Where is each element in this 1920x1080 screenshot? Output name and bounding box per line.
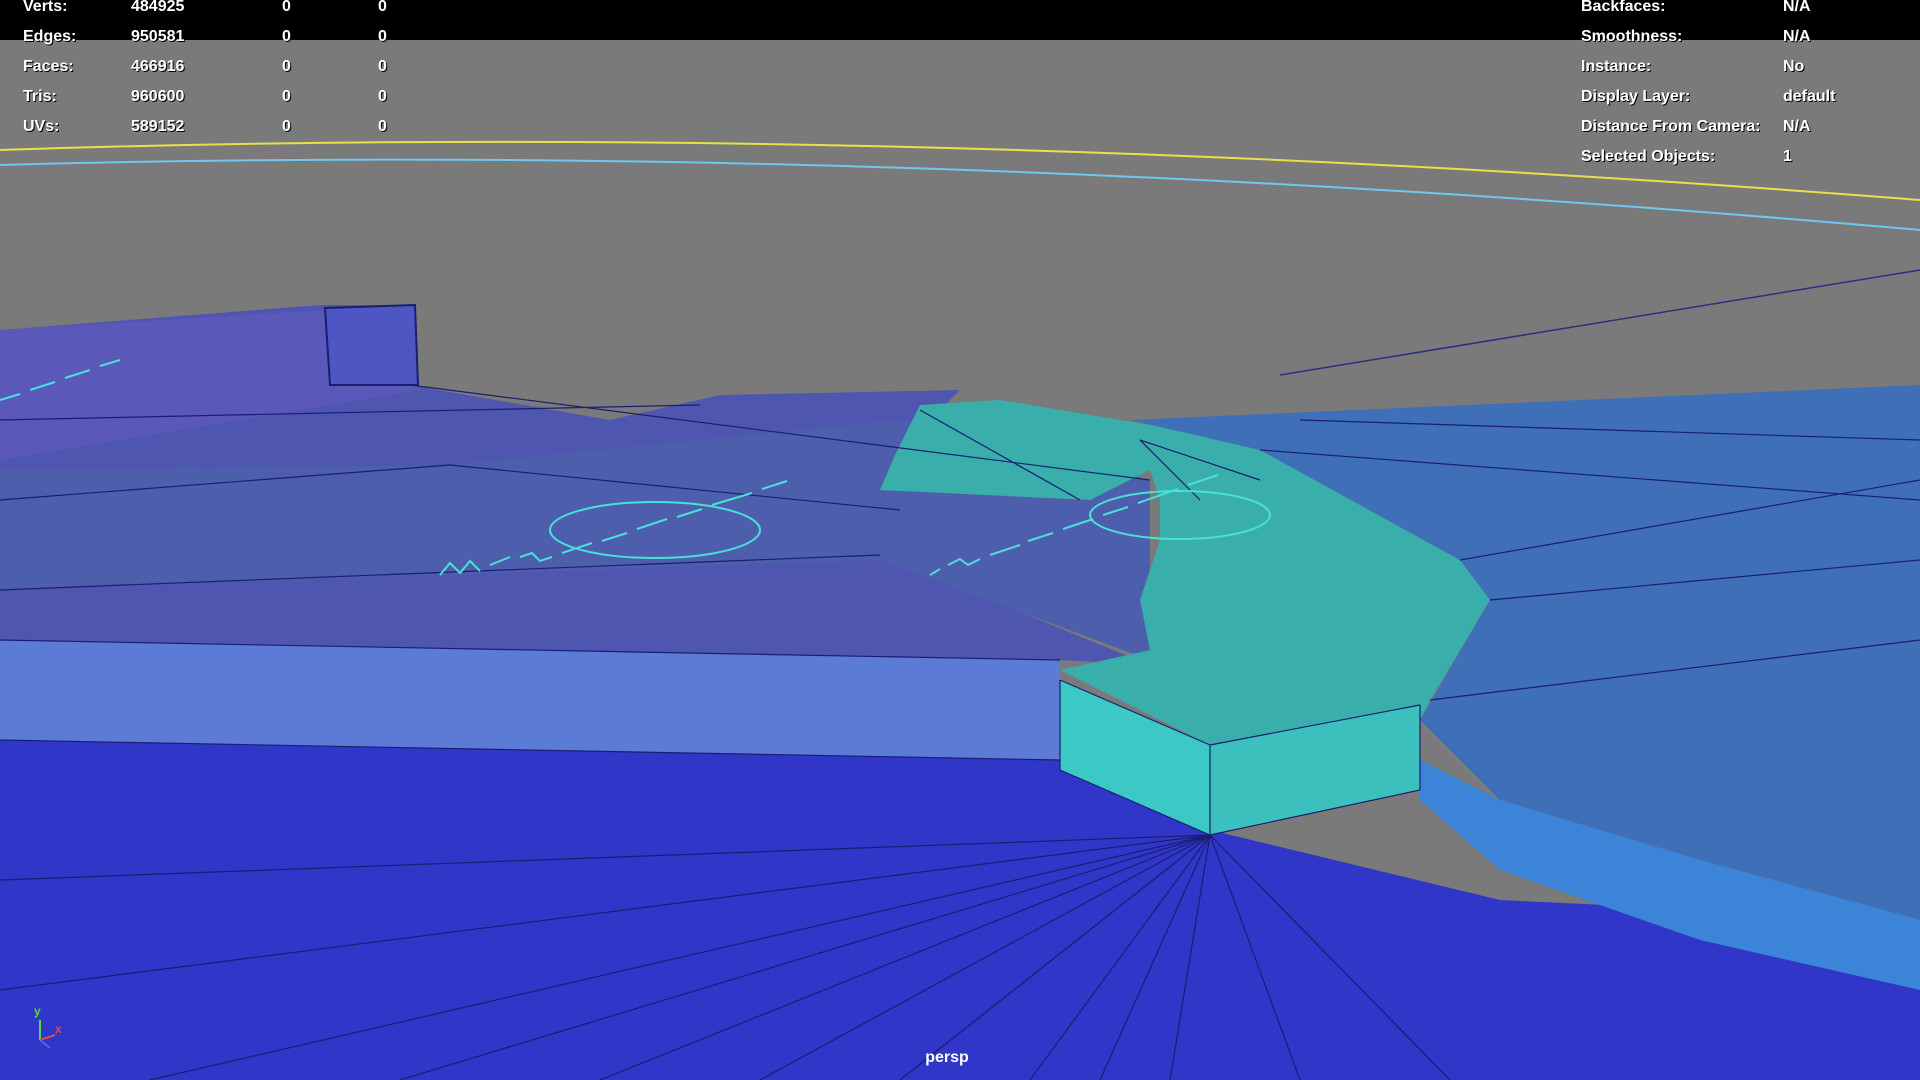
detail-value-selected-objects: 1 [1783,148,1792,165]
stat-c3-faces: 0 [378,58,387,75]
stat-label-tris: Tris: [23,88,57,105]
stat-value-faces: 466916 [131,58,185,75]
stat-c2-uvs: 0 [282,118,291,135]
detail-value-backfaces: N/A [1783,0,1811,15]
stat-c3-tris: 0 [378,88,387,105]
stat-c2-edges: 0 [282,28,291,45]
stat-c3-verts: 0 [378,0,387,15]
detail-label-distance: Distance From Camera: [1581,118,1761,135]
camera-name-label: persp [925,1049,969,1066]
stat-label-faces: Faces: [23,58,74,75]
stat-label-uvs: UVs: [23,118,60,135]
detail-label-instance: Instance: [1581,58,1652,75]
plateau-left-side [0,640,1060,760]
detail-label-backfaces: Backfaces: [1581,0,1666,15]
stat-label-verts: Verts: [23,0,68,15]
detail-label-smoothness: Smoothness: [1581,28,1683,45]
stat-label-edges: Edges: [23,28,77,45]
tower-block [323,303,420,386]
stat-value-verts: 484925 [131,0,185,15]
detail-value-smoothness: N/A [1783,28,1811,45]
stat-value-uvs: 589152 [131,118,185,135]
detail-value-display-layer: default [1783,88,1836,105]
detail-label-display-layer: Display Layer: [1581,88,1691,105]
stat-c2-tris: 0 [282,88,291,105]
detail-label-selected-objects: Selected Objects: [1581,148,1716,165]
detail-value-distance: N/A [1783,118,1811,135]
stat-value-edges: 950581 [131,28,185,45]
stat-c2-verts: 0 [282,0,291,15]
axis-y-label: y [34,1004,41,1018]
axis-x-label: x [55,1022,62,1036]
detail-value-instance: No [1783,58,1805,75]
stat-c2-faces: 0 [282,58,291,75]
stat-c3-edges: 0 [378,28,387,45]
stat-value-tris: 960600 [131,88,185,105]
stat-c3-uvs: 0 [378,118,387,135]
